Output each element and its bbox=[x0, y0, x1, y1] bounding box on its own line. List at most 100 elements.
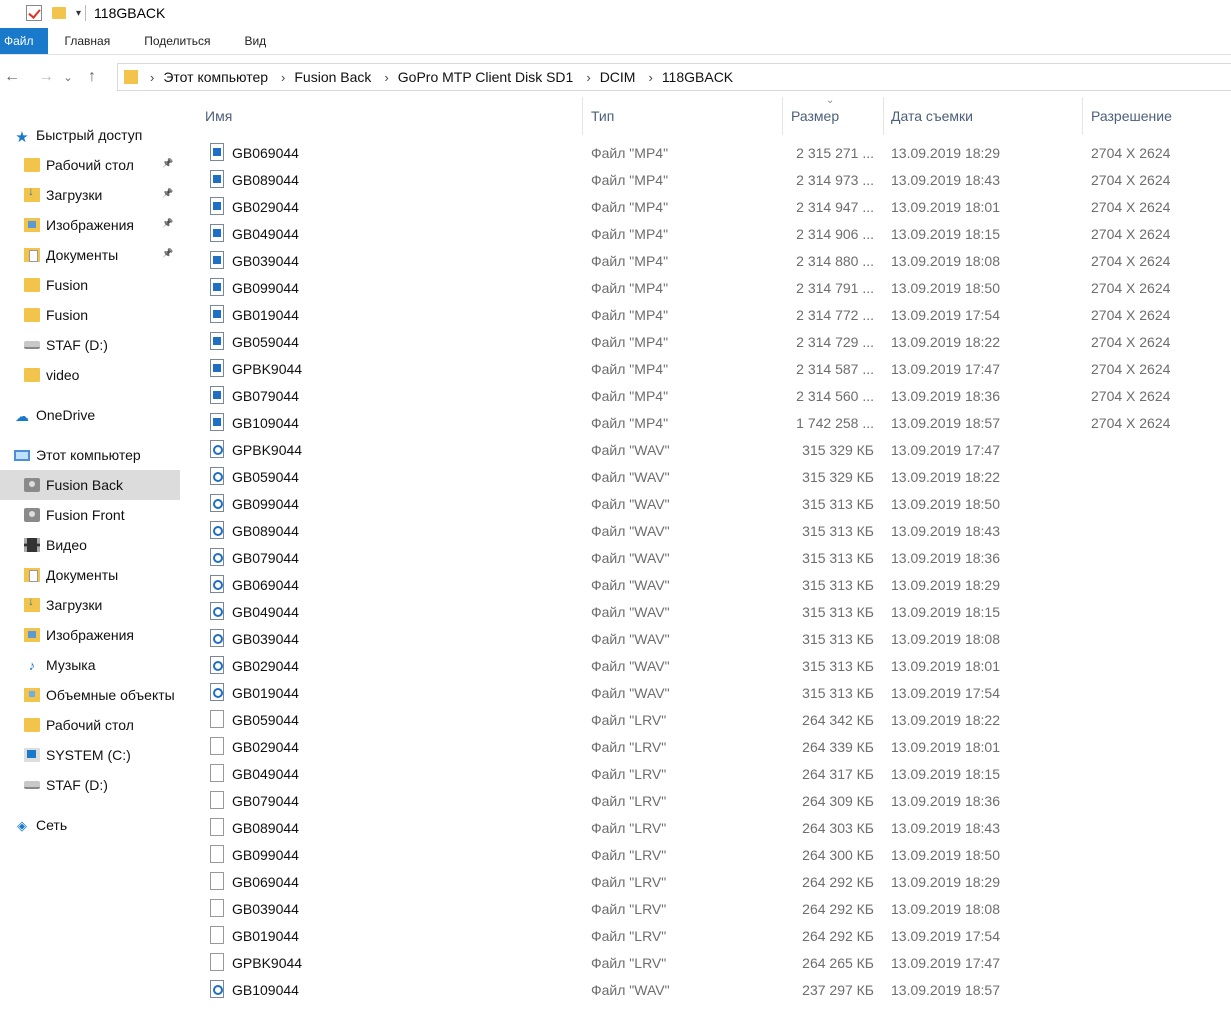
breadcrumb-this-pc[interactable]: Этот компьютер bbox=[163, 69, 268, 85]
back-arrow-icon[interactable]: ← bbox=[0, 68, 24, 86]
file-row[interactable]: GB039044 Файл "LRV" 264 292 КБ 13.09.2019 1… bbox=[180, 896, 1231, 923]
file-row[interactable]: GB039044 Файл "WAV" 315 313 КБ 13.09.2019 1… bbox=[180, 626, 1231, 653]
pin-icon[interactable]: 📌 bbox=[162, 158, 174, 170]
sidebar-item[interactable]: ◈ Сеть bbox=[0, 810, 180, 840]
pin-icon[interactable]: 📌 bbox=[162, 248, 174, 260]
sidebar-item[interactable]: Загрузки 📌 bbox=[0, 180, 180, 210]
file-name: GB019044 bbox=[232, 685, 299, 701]
up-arrow-icon[interactable]: ↑ bbox=[80, 68, 104, 86]
file-row[interactable]: GB079044 Файл "LRV" 264 309 КБ 13.09.2019 1… bbox=[180, 788, 1231, 815]
address-bar[interactable]: › Этот компьютер › Fusion Back › GoPro M… bbox=[117, 63, 1231, 91]
column-divider[interactable] bbox=[883, 97, 884, 135]
file-row[interactable]: GB029044 Файл "WAV" 315 313 КБ 13.09.2019 1… bbox=[180, 653, 1231, 680]
recent-locations-chevron-icon[interactable]: ⌄ bbox=[56, 71, 80, 84]
file-row[interactable]: GB089044 Файл "LRV" 264 303 КБ 13.09.2019 1… bbox=[180, 815, 1231, 842]
column-header-size[interactable]: Размер bbox=[791, 97, 876, 135]
sidebar-item[interactable]: Изображения bbox=[0, 620, 180, 650]
sidebar-item[interactable]: Fusion bbox=[0, 300, 180, 330]
tab-home[interactable]: Главная bbox=[48, 28, 128, 54]
pin-icon[interactable]: 📌 bbox=[162, 218, 174, 230]
sidebar-item[interactable]: ☁ OneDrive bbox=[0, 400, 180, 430]
file-row[interactable]: GB099044 Файл "MP4" 2 314 791 ... 13.09.201… bbox=[180, 275, 1231, 302]
file-row[interactable]: GB079044 Файл "MP4" 2 314 560 ... 13.09.201… bbox=[180, 383, 1231, 410]
breadcrumb-dcim[interactable]: DCIM bbox=[600, 69, 636, 85]
properties-check-icon[interactable] bbox=[26, 5, 42, 21]
sidebar-item[interactable]: Изображения 📌 bbox=[0, 210, 180, 240]
wav-file-icon bbox=[210, 602, 224, 620]
file-row[interactable]: GB059044 Файл "WAV" 315 329 КБ 13.09.2019 1… bbox=[180, 464, 1231, 491]
file-row[interactable]: GB099044 Файл "WAV" 315 313 КБ 13.09.2019 1… bbox=[180, 491, 1231, 518]
file-row[interactable]: GB069044 Файл "LRV" 264 292 КБ 13.09.2019 1… bbox=[180, 869, 1231, 896]
file-row[interactable]: GPBK9044 Файл "LRV" 264 265 КБ 13.09.2019 1… bbox=[180, 950, 1231, 977]
file-date: 13.09.2019 18:36 bbox=[891, 793, 1000, 809]
breadcrumb-sd-card[interactable]: GoPro MTP Client Disk SD1 bbox=[398, 69, 574, 85]
customize-toolbar-dropdown-icon[interactable]: ▾ bbox=[76, 8, 81, 19]
column-header-name[interactable]: Имя bbox=[205, 97, 575, 135]
sidebar-item-label: Музыка bbox=[46, 657, 96, 673]
file-row[interactable]: GB079044 Файл "WAV" 315 313 КБ 13.09.2019 1… bbox=[180, 545, 1231, 572]
sidebar-item[interactable]: STAF (D:) bbox=[0, 770, 180, 800]
column-divider[interactable] bbox=[782, 97, 783, 135]
breadcrumb-current-folder[interactable]: 118GBACK bbox=[662, 69, 733, 85]
column-divider[interactable] bbox=[582, 97, 583, 135]
tab-view[interactable]: Вид bbox=[227, 28, 283, 54]
column-divider[interactable] bbox=[1082, 97, 1083, 135]
column-header-resolution[interactable]: Разрешение bbox=[1091, 97, 1221, 135]
file-row[interactable]: GB109044 Файл "MP4" 1 742 258 ... 13.09.201… bbox=[180, 410, 1231, 437]
file-row[interactable]: GB059044 Файл "MP4" 2 314 729 ... 13.09.201… bbox=[180, 329, 1231, 356]
sidebar-item[interactable]: STAF (D:) bbox=[0, 330, 180, 360]
file-row[interactable]: GPBK9044 Файл "WAV" 315 329 КБ 13.09.2019 1… bbox=[180, 437, 1231, 464]
sidebar-item[interactable]: Fusion Back bbox=[0, 470, 180, 500]
sidebar-item[interactable]: Fusion Front bbox=[0, 500, 180, 530]
sidebar-item[interactable]: Документы 📌 bbox=[0, 240, 180, 270]
sidebar-item[interactable]: SYSTEM (C:) bbox=[0, 740, 180, 770]
file-row[interactable]: GB019044 Файл "MP4" 2 314 772 ... 13.09.201… bbox=[180, 302, 1231, 329]
file-row[interactable]: GB069044 Файл "MP4" 2 315 271 ... 13.09.201… bbox=[180, 140, 1231, 167]
sidebar-item[interactable]: Fusion bbox=[0, 270, 180, 300]
tab-file[interactable]: Файл bbox=[0, 28, 48, 54]
file-row[interactable]: GB089044 Файл "MP4" 2 314 973 ... 13.09.201… bbox=[180, 167, 1231, 194]
sidebar-item[interactable]: video bbox=[0, 360, 180, 390]
sidebar-item-label: Изображения bbox=[46, 217, 134, 233]
file-row[interactable]: GB019044 Файл "WAV" 315 313 КБ 13.09.2019 1… bbox=[180, 680, 1231, 707]
file-type: Файл "LRV" bbox=[591, 928, 667, 944]
sidebar-item[interactable]: ★ Быстрый доступ bbox=[0, 120, 180, 150]
sidebar-item[interactable]: Этот компьютер bbox=[0, 440, 180, 470]
sidebar-item[interactable]: Видео bbox=[0, 530, 180, 560]
file-row[interactable]: GB049044 Файл "WAV" 315 313 КБ 13.09.2019 1… bbox=[180, 599, 1231, 626]
tab-share[interactable]: Поделиться bbox=[127, 28, 227, 54]
forward-arrow-icon[interactable]: → bbox=[34, 68, 58, 86]
breadcrumb-separator-icon[interactable]: › bbox=[150, 70, 154, 85]
file-row[interactable]: GB029044 Файл "MP4" 2 314 947 ... 13.09.201… bbox=[180, 194, 1231, 221]
address-folder-icon bbox=[124, 70, 138, 84]
file-row[interactable]: GB059044 Файл "LRV" 264 342 КБ 13.09.2019 1… bbox=[180, 707, 1231, 734]
file-row[interactable]: GB089044 Файл "WAV" 315 313 КБ 13.09.2019 1… bbox=[180, 518, 1231, 545]
file-row[interactable]: GPBK9044 Файл "MP4" 2 314 587 ... 13.09.201… bbox=[180, 356, 1231, 383]
file-row[interactable]: GB099044 Файл "LRV" 264 300 КБ 13.09.2019 1… bbox=[180, 842, 1231, 869]
sidebar-item[interactable]: Загрузки bbox=[0, 590, 180, 620]
breadcrumb-separator-icon[interactable]: › bbox=[648, 70, 652, 85]
new-folder-icon[interactable] bbox=[52, 7, 66, 19]
file-row[interactable]: GB069044 Файл "WAV" 315 313 КБ 13.09.2019 1… bbox=[180, 572, 1231, 599]
sidebar-item[interactable]: Рабочий стол bbox=[0, 710, 180, 740]
sidebar-item[interactable]: Рабочий стол 📌 bbox=[0, 150, 180, 180]
breadcrumb-fusion-back[interactable]: Fusion Back bbox=[294, 69, 371, 85]
sidebar-item[interactable]: Документы bbox=[0, 560, 180, 590]
file-type: Файл "MP4" bbox=[591, 334, 669, 350]
file-row[interactable]: GB049044 Файл "LRV" 264 317 КБ 13.09.2019 1… bbox=[180, 761, 1231, 788]
column-header-type[interactable]: Тип bbox=[591, 97, 771, 135]
breadcrumb-separator-icon[interactable]: › bbox=[281, 70, 285, 85]
file-size: 264 292 КБ bbox=[802, 901, 874, 917]
sidebar-item[interactable]: Объемные объекты bbox=[0, 680, 180, 710]
breadcrumb-separator-icon[interactable]: › bbox=[586, 70, 590, 85]
file-row[interactable]: GB029044 Файл "LRV" 264 339 КБ 13.09.2019 1… bbox=[180, 734, 1231, 761]
file-size: 2 314 772 ... bbox=[796, 307, 874, 323]
file-row[interactable]: GB019044 Файл "LRV" 264 292 КБ 13.09.2019 1… bbox=[180, 923, 1231, 950]
sidebar-item[interactable]: ♪ Музыка bbox=[0, 650, 180, 680]
column-header-date[interactable]: Дата съемки bbox=[891, 97, 1071, 135]
breadcrumb-separator-icon[interactable]: › bbox=[384, 70, 388, 85]
file-resolution: 2704 X 2624 bbox=[1091, 388, 1171, 404]
file-row[interactable]: GB039044 Файл "MP4" 2 314 880 ... 13.09.201… bbox=[180, 248, 1231, 275]
pin-icon[interactable]: 📌 bbox=[162, 188, 174, 200]
file-row[interactable]: GB049044 Файл "MP4" 2 314 906 ... 13.09.201… bbox=[180, 221, 1231, 248]
